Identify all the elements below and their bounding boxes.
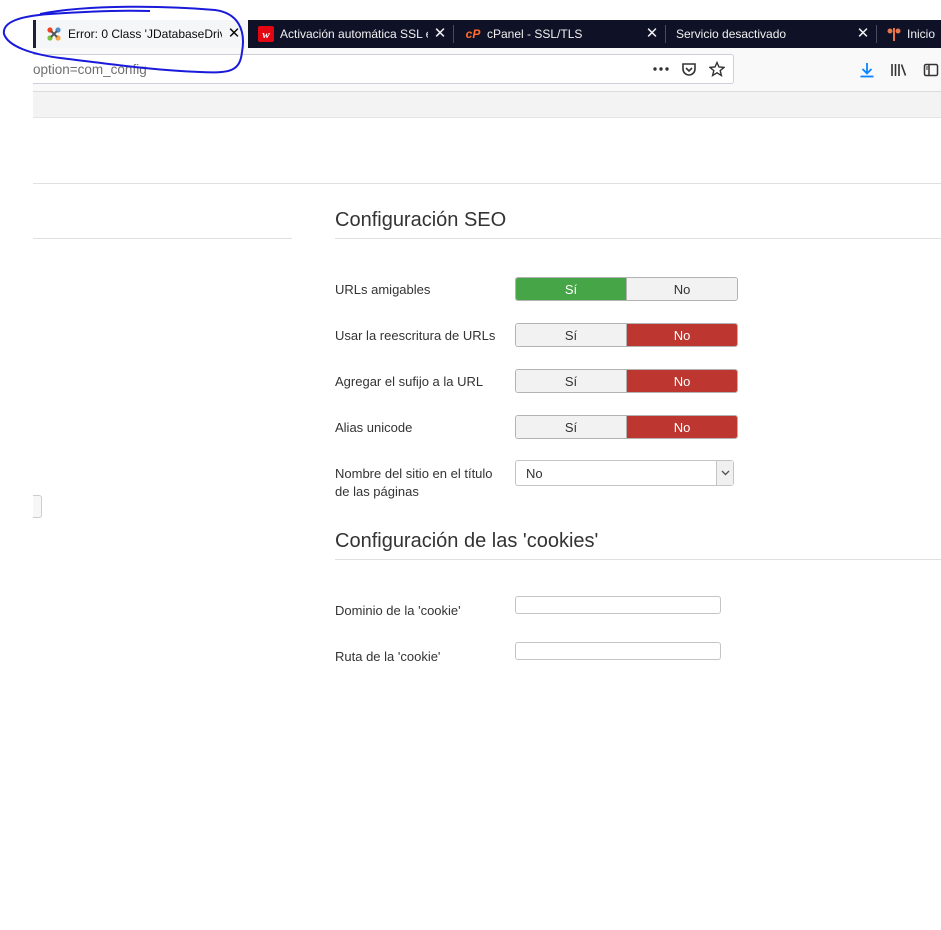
cookie-domain-input[interactable] xyxy=(515,596,721,614)
sidebar-icon[interactable] xyxy=(919,58,941,82)
tab-title: Activación automática SSL e xyxy=(280,27,428,41)
cookies-title-underline xyxy=(335,559,941,560)
cookie-path-label: Ruta de la 'cookie' xyxy=(335,649,441,664)
url-rewrite-label: Usar la reescritura de URLs xyxy=(335,328,496,343)
url-rewrite-yes-button[interactable]: Sí xyxy=(516,324,626,346)
unicode-alias-no-button[interactable]: No xyxy=(626,416,737,438)
tab-cpanel[interactable]: cP cPanel - SSL/TLS ✕ xyxy=(455,20,666,48)
tab-title: Error: 0 Class 'JDatabaseDrive xyxy=(68,27,222,41)
more-icon[interactable] xyxy=(649,57,673,81)
select-value: No xyxy=(526,465,543,481)
unicode-alias-yes-button[interactable]: Sí xyxy=(516,416,626,438)
webempresa-icon: w xyxy=(258,26,274,42)
cookie-domain-label: Dominio de la 'cookie' xyxy=(335,603,461,618)
tab-title: cPanel - SSL/TLS xyxy=(487,27,583,41)
friendly-urls-label: URLs amigables xyxy=(335,282,431,297)
inicio-icon xyxy=(886,26,902,42)
tab-ssl-activation[interactable]: w Activación automática SSL e ✕ xyxy=(248,20,454,48)
pocket-icon[interactable] xyxy=(677,57,701,81)
close-tab-icon[interactable]: ✕ xyxy=(855,26,871,42)
url-rewrite-toggle: Sí No xyxy=(515,323,738,347)
url-bar[interactable]: option=com_config xyxy=(33,54,734,84)
sitename-in-title-select[interactable]: No xyxy=(515,460,734,486)
seo-section-title: Configuración SEO xyxy=(335,209,507,231)
close-tab-icon[interactable]: ✕ xyxy=(226,26,242,42)
joomla-icon xyxy=(46,26,62,42)
url-suffix-no-button[interactable]: No xyxy=(626,370,737,392)
url-rewrite-no-button[interactable]: No xyxy=(626,324,737,346)
cpanel-icon: cP xyxy=(465,26,481,42)
tab-title: Inicio xyxy=(907,27,936,41)
navigation-bar: option=com_config xyxy=(33,48,941,92)
svg-text:cP: cP xyxy=(466,27,481,41)
sidebar-button[interactable] xyxy=(33,495,42,518)
tab-joomla-error[interactable]: Error: 0 Class 'JDatabaseDrive ✕ xyxy=(33,20,248,48)
url-suffix-label: Agregar el sufijo a la URL xyxy=(335,374,484,389)
tab-title: Servicio desactivado xyxy=(676,27,787,41)
tab-inicio[interactable]: Inicio xyxy=(878,20,941,48)
sidebar-divider xyxy=(33,238,292,239)
cookies-section-title: Configuración de las 'cookies' xyxy=(335,530,599,552)
unicode-alias-label: Alias unicode xyxy=(335,420,413,435)
download-icon[interactable] xyxy=(855,58,879,82)
seo-title-underline xyxy=(335,238,941,239)
tab-strip: Error: 0 Class 'JDatabaseDrive ✕ w Activ… xyxy=(33,20,941,48)
url-suffix-toggle: Sí No xyxy=(515,369,738,393)
library-icon[interactable] xyxy=(887,58,911,82)
friendly-urls-toggle: Sí No xyxy=(515,277,738,301)
divider xyxy=(33,183,941,184)
svg-text:w: w xyxy=(262,29,270,41)
url-text[interactable]: option=com_config xyxy=(33,62,649,77)
friendly-urls-yes-button[interactable]: Sí xyxy=(516,278,626,300)
cookie-path-input[interactable] xyxy=(515,642,721,660)
close-tab-icon[interactable]: ✕ xyxy=(644,26,660,42)
friendly-urls-no-button[interactable]: No xyxy=(626,278,737,300)
tab-servicio-desactivado[interactable]: Servicio desactivado ✕ xyxy=(666,20,877,48)
url-suffix-yes-button[interactable]: Sí xyxy=(516,370,626,392)
unicode-alias-toggle: Sí No xyxy=(515,415,738,439)
bookmark-star-icon[interactable] xyxy=(705,57,729,81)
chevron-down-icon[interactable] xyxy=(716,461,733,485)
close-tab-icon[interactable]: ✕ xyxy=(432,26,448,42)
toolbar-strip xyxy=(33,92,941,118)
sitename-in-title-label: Nombre del sitio en el título de las pág… xyxy=(335,466,493,499)
